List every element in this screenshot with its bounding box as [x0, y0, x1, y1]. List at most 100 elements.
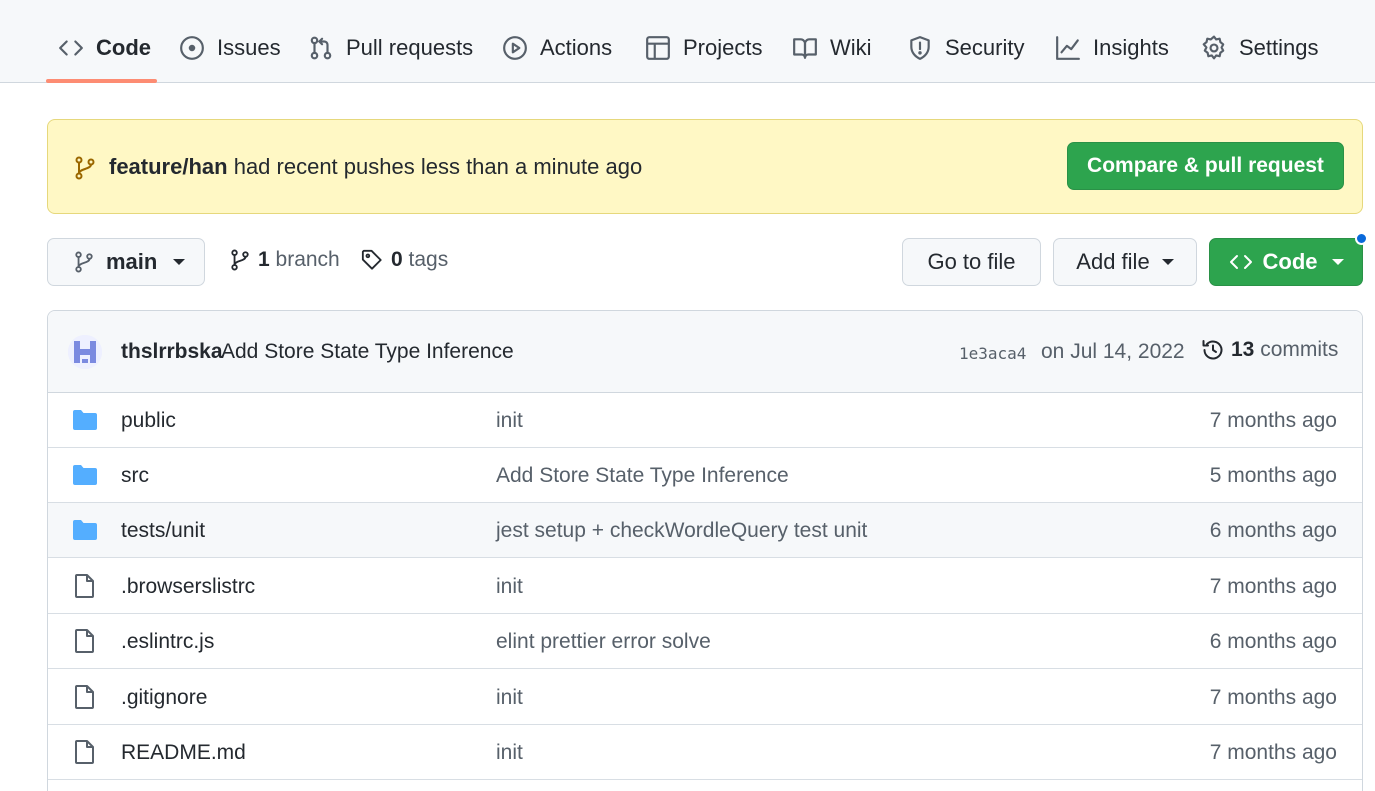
branch-count-label: branch: [269, 248, 340, 271]
folder-icon: [72, 408, 98, 432]
tab-security[interactable]: Security: [895, 24, 1036, 72]
file-commit-message[interactable]: Add Store State Type Inference: [496, 464, 789, 488]
file-row[interactable]: README.md init 7 months ago: [48, 725, 1362, 780]
commit-author[interactable]: thslrrbska: [121, 340, 223, 364]
tab-issues[interactable]: Issues: [167, 24, 293, 72]
file-icon: [72, 629, 98, 653]
commit-date: on Jul 14, 2022: [1041, 340, 1185, 363]
file-row[interactable]: tests/unit jest setup + checkWordleQuery…: [48, 503, 1362, 558]
file-commit-age: 7 months ago: [1209, 409, 1337, 432]
repo-nav: Code Issues Pull requests Actions Projec…: [0, 0, 1375, 83]
file-name-link[interactable]: README.md: [121, 741, 246, 765]
file-icon: [72, 685, 98, 709]
file-commit-age: 7 months ago: [1209, 575, 1337, 598]
gear-icon: [1201, 35, 1227, 61]
file-commit-age: 6 months ago: [1209, 630, 1337, 653]
file-row[interactable]: src Add Store State Type Inference 5 mon…: [48, 448, 1362, 503]
chevron-down-icon: [1161, 259, 1174, 265]
tags-link-text: 0 tags: [391, 248, 448, 272]
recent-push-text: had recent pushes less than a minute ago: [227, 154, 643, 179]
latest-commit-header: thslrrbska Add Store State Type Inferenc…: [48, 311, 1362, 393]
recent-push-message: feature/han had recent pushes less than …: [109, 154, 642, 180]
file-name-link[interactable]: src: [121, 464, 149, 488]
tab-settings-label: Settings: [1239, 35, 1319, 60]
tab-wiki[interactable]: Wiki: [780, 24, 884, 72]
file-name-link[interactable]: .gitignore: [121, 686, 207, 710]
file-name-link[interactable]: .browserslistrc: [121, 575, 255, 599]
commit-message[interactable]: Add Store State Type Inference: [221, 340, 514, 364]
commit-count: 13: [1231, 338, 1255, 361]
file-list-box: thslrrbska Add Store State Type Inferenc…: [47, 310, 1363, 791]
file-commit-message[interactable]: init: [496, 741, 523, 765]
issue-icon: [179, 35, 205, 61]
tab-issues-label: Issues: [217, 35, 281, 60]
avatar[interactable]: [68, 335, 102, 369]
code-dropdown-button[interactable]: Code: [1209, 238, 1363, 286]
current-branch-label: main: [106, 249, 158, 274]
branches-link[interactable]: 1 branch: [230, 248, 340, 272]
commit-count-label: commits: [1254, 338, 1339, 361]
branches-link-text: 1 branch: [258, 248, 340, 272]
file-commit-age: 6 months ago: [1209, 519, 1337, 542]
go-to-file-button[interactable]: Go to file: [902, 238, 1041, 286]
file-commit-message[interactable]: elint prettier error solve: [496, 630, 711, 654]
file-row[interactable]: public init 7 months ago: [48, 393, 1362, 448]
folder-icon: [72, 463, 98, 487]
tab-settings[interactable]: Settings: [1189, 24, 1331, 72]
tab-actions-label: Actions: [540, 35, 613, 60]
recent-push-banner: feature/han had recent pushes less than …: [47, 119, 1363, 214]
file-icon: [72, 740, 98, 764]
tag-icon: [361, 249, 383, 271]
graph-icon: [1055, 35, 1081, 61]
git-branch-icon: [74, 156, 96, 180]
notification-dot: [1355, 232, 1368, 245]
pushed-branch-name[interactable]: feature/han: [109, 154, 228, 179]
code-button-label: Code: [1262, 249, 1318, 274]
add-file-button[interactable]: Add file: [1053, 238, 1197, 286]
file-commit-age: 5 months ago: [1209, 464, 1337, 487]
git-branch-icon: [230, 249, 250, 271]
chevron-down-icon: [1331, 259, 1344, 265]
tag-count-label: tags: [402, 248, 449, 271]
play-icon: [502, 35, 528, 61]
tab-insights[interactable]: Insights: [1043, 24, 1181, 72]
tags-link[interactable]: 0 tags: [361, 248, 448, 272]
tab-projects-label: Projects: [683, 35, 763, 60]
code-icon: [58, 35, 84, 61]
tab-wiki-label: Wiki: [830, 35, 872, 60]
commits-link[interactable]: 13 commits: [1201, 338, 1338, 362]
pull-request-icon: [308, 35, 334, 61]
history-icon: [1201, 338, 1225, 362]
tab-pull-requests[interactable]: Pull requests: [296, 24, 485, 72]
file-name-link[interactable]: tests/unit: [121, 519, 205, 543]
commit-sha[interactable]: 1e3aca4: [959, 344, 1026, 363]
tab-actions[interactable]: Actions: [490, 24, 624, 72]
file-icon: [72, 574, 98, 598]
add-file-label: Add file: [1076, 249, 1150, 274]
file-commit-message[interactable]: init: [496, 686, 523, 710]
compare-pull-request-button[interactable]: Compare & pull request: [1067, 142, 1344, 190]
file-commit-message[interactable]: init: [496, 575, 523, 599]
file-commit-age: 7 months ago: [1209, 686, 1337, 709]
table-icon: [645, 35, 671, 61]
branch-select-button[interactable]: main: [47, 238, 205, 286]
file-commit-message[interactable]: jest setup + checkWordleQuery test unit: [496, 519, 867, 543]
commits-link-text: 13 commits: [1231, 338, 1338, 362]
tab-code[interactable]: Code: [46, 24, 163, 72]
file-row[interactable]: .eslintrc.js elint prettier error solve …: [48, 614, 1362, 669]
shield-icon: [907, 35, 933, 61]
tag-count: 0: [391, 248, 403, 271]
file-name-link[interactable]: .eslintrc.js: [121, 630, 214, 654]
file-name-link[interactable]: public: [121, 409, 176, 433]
folder-icon: [72, 518, 98, 542]
code-icon: [1229, 250, 1253, 274]
branch-count: 1: [258, 248, 270, 271]
file-row[interactable]: .gitignore init 7 months ago: [48, 670, 1362, 725]
file-row[interactable]: .browserslistrc init 7 months ago: [48, 559, 1362, 614]
chevron-down-icon: [173, 259, 186, 265]
file-commit-message[interactable]: init: [496, 409, 523, 433]
go-to-file-label: Go to file: [927, 249, 1016, 274]
file-commit-age: 7 months ago: [1209, 741, 1337, 764]
tab-code-label: Code: [96, 35, 151, 60]
tab-projects[interactable]: Projects: [633, 24, 774, 72]
